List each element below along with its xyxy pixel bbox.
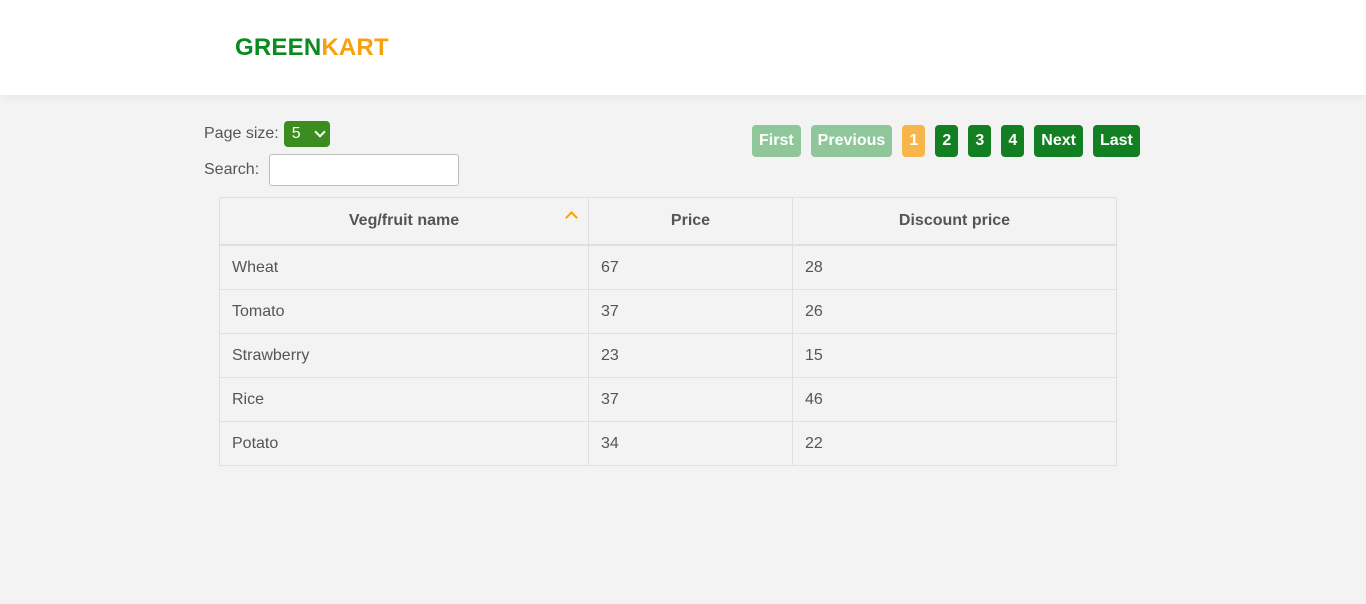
page-size-value: 5 [291,125,301,142]
previous-page-button[interactable]: Previous [810,125,893,157]
search-row: Search: [204,154,460,186]
column-header-name-label: Veg/fruit name [348,212,460,229]
page-4-button[interactable]: 4 [1001,125,1025,157]
product-table: Veg/fruit name Price Discount price Whea… [219,197,1117,466]
next-page-button[interactable]: Next [1034,125,1083,157]
cell-name: Strawberry [219,333,589,378]
column-header-discount-label: Discount price [898,212,1011,229]
table-row: Tomato 37 26 [219,289,1117,334]
pagination: First Previous 1 2 3 4 Next Last [752,125,1140,157]
brand-green-text: GREEN [235,34,322,61]
cell-name: Wheat [219,244,589,290]
cell-discount: 26 [792,289,1117,334]
last-page-button[interactable]: Last [1092,125,1140,157]
cell-name: Tomato [219,289,589,334]
table-row: Potato 34 22 [219,421,1117,466]
table-header-row: Veg/fruit name Price Discount price [219,197,1117,246]
page-size-label: Page size: [204,125,279,142]
page-size-row: Page size: 5 [204,121,459,147]
table-row: Wheat 67 28 [219,244,1117,290]
cell-discount: 22 [792,421,1117,466]
column-header-discount[interactable]: Discount price [792,197,1117,246]
page-2-button[interactable]: 2 [935,125,959,157]
search-input[interactable] [269,154,460,186]
product-table-wrapper: Veg/fruit name Price Discount price Whea… [219,197,1117,466]
cell-discount: 15 [792,333,1117,378]
cell-discount: 28 [792,244,1117,290]
column-header-price[interactable]: Price [588,197,793,246]
first-page-button[interactable]: First [752,125,801,157]
table-row: Rice 37 46 [219,377,1117,422]
header-bar: GREENKART [0,0,1366,95]
search-label: Search: [204,161,260,178]
cell-name: Potato [219,421,589,466]
table-controls: Page size: 5 Search: [204,121,460,186]
brand-kart-text: KART [321,34,389,61]
page-3-button[interactable]: 3 [968,125,992,157]
cell-price: 34 [588,421,793,466]
table-row: Strawberry 23 15 [219,333,1117,378]
page-1-button[interactable]: 1 [902,125,926,157]
cell-name: Rice [219,377,589,422]
sort-ascending-icon [565,211,578,224]
cell-price: 37 [588,289,793,334]
brand-logo[interactable]: GREENKART [235,34,389,62]
chevron-down-icon [314,126,326,138]
cell-price: 23 [588,333,793,378]
column-header-name[interactable]: Veg/fruit name [219,197,589,246]
cell-price: 67 [588,244,793,290]
cell-discount: 46 [792,377,1117,422]
page-size-select[interactable]: 5 [283,121,330,147]
column-header-price-label: Price [670,212,711,229]
cell-price: 37 [588,377,793,422]
